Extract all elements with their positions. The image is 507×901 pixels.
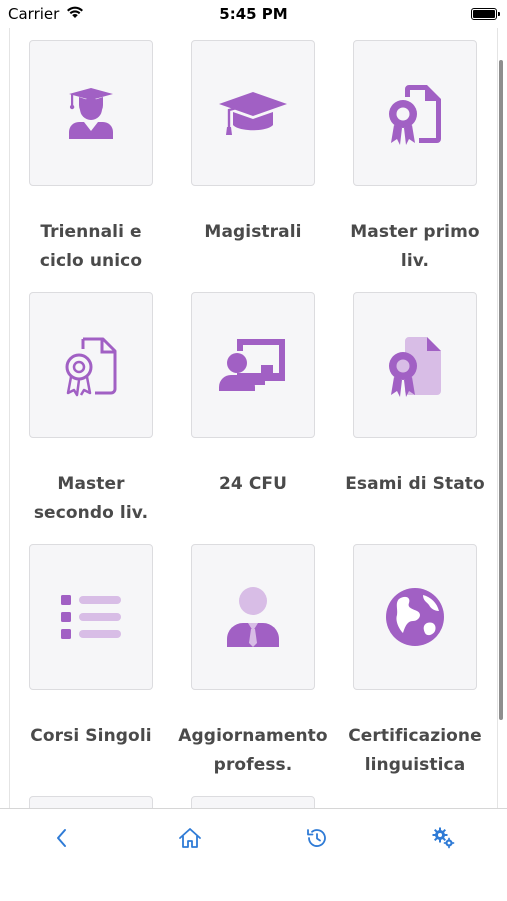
tile-label: Esami di Stato [345, 474, 485, 494]
tile-card[interactable] [29, 796, 153, 808]
tile-card[interactable] [191, 544, 315, 690]
tile-label: Corsi Singoli [30, 726, 152, 746]
tile-label: Magistrali [204, 222, 302, 242]
tile-label: Aggiornamento profess. [178, 726, 328, 775]
tile-partial-1[interactable] [16, 796, 166, 808]
tile-corsi-singoli[interactable]: Corsi Singoli [16, 544, 166, 804]
tile-label: Master primo liv. [350, 222, 480, 271]
tile-card[interactable] [191, 796, 315, 808]
tile-label: 24 CFU [218, 474, 288, 494]
tile-card[interactable] [353, 40, 477, 186]
list-icon [61, 595, 121, 639]
history-button[interactable] [297, 823, 337, 853]
tile-24cfu[interactable]: 24 CFU [178, 292, 328, 552]
tile-certificazione[interactable]: Certificazione linguistica [340, 544, 490, 804]
vertical-scrollbar[interactable] [499, 60, 503, 720]
tile-card[interactable] [353, 544, 477, 690]
settings-button[interactable] [423, 823, 463, 853]
tile-master-secondo[interactable]: Master secondo liv. [16, 292, 166, 552]
tile-aggiornamento[interactable]: Aggiornamento profess. [178, 544, 328, 804]
tile-magistrali[interactable]: Magistrali [178, 40, 328, 300]
tile-triennali[interactable]: Triennali e ciclo unico [16, 40, 166, 300]
certificate-document-icon [389, 85, 441, 145]
globe-icon [386, 588, 444, 646]
tile-card[interactable] [29, 544, 153, 690]
graduate-student-icon [69, 88, 113, 139]
bottom-tab-bar [0, 808, 507, 901]
graduation-cap-icon [219, 92, 287, 135]
status-bar: Carrier 5:45 PM [0, 0, 507, 28]
home-icon [179, 828, 201, 848]
tile-card[interactable] [353, 292, 477, 438]
left-divider [9, 28, 10, 808]
tile-card[interactable] [191, 40, 315, 186]
tile-card[interactable] [29, 292, 153, 438]
right-divider [497, 28, 498, 808]
professional-person-icon [227, 587, 279, 647]
certificate-outline-icon [65, 337, 117, 397]
status-right [471, 8, 507, 20]
course-categories-scroll[interactable]: Triennali e ciclo unico Magistrali Maste… [0, 28, 507, 808]
carrier-label: Carrier [8, 5, 60, 23]
tile-esami-di-stato[interactable]: Esami di Stato [340, 292, 490, 552]
certificate-award-icon [389, 337, 441, 397]
chevron-left-icon [57, 829, 66, 847]
battery-fill [473, 10, 495, 18]
back-button[interactable] [42, 823, 82, 853]
tile-label: Certificazione linguistica [348, 726, 482, 775]
tile-master-primo[interactable]: Master primo liv. [340, 40, 490, 300]
tile-partial-2[interactable] [178, 796, 328, 808]
tile-card[interactable] [29, 40, 153, 186]
tile-label: Master secondo liv. [33, 474, 149, 523]
teacher-board-icon [219, 339, 285, 391]
home-button[interactable] [170, 823, 210, 853]
history-icon [307, 829, 326, 847]
gears-icon [432, 827, 455, 849]
status-left: Carrier [0, 5, 85, 23]
tile-label: Triennali e ciclo unico [39, 222, 143, 271]
tile-card[interactable] [191, 292, 315, 438]
battery-icon [471, 8, 500, 20]
wifi-icon [65, 5, 85, 23]
